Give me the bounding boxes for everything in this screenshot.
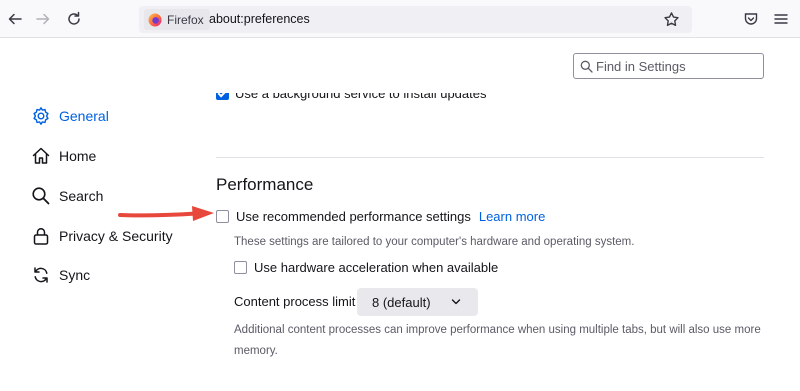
background-update-option[interactable]: Use a background service to install upda…	[216, 93, 516, 109]
hamburger-menu-icon	[774, 14, 788, 24]
find-in-settings-field[interactable]	[573, 53, 764, 79]
chevron-down-icon	[451, 299, 461, 305]
identity-label: Firefox	[167, 12, 204, 27]
sidebar-item-label: Home	[59, 148, 97, 164]
recommended-performance-label[interactable]: Use recommended performance settings	[236, 209, 471, 224]
recommended-performance-checkbox[interactable]	[216, 210, 229, 223]
sidebar-item-sync[interactable]: Sync	[31, 262, 90, 288]
identity-box[interactable]: Firefox	[144, 9, 210, 30]
content-process-limit-label: Content process limit	[234, 294, 355, 309]
content-process-description: Additional content processes can improve…	[234, 324, 761, 357]
back-button[interactable]	[3, 7, 27, 31]
pocket-icon	[744, 13, 758, 25]
firefox-logo-icon	[148, 13, 162, 26]
annotation-arrow-icon	[118, 206, 214, 221]
content-process-limit-text: Content process limit	[234, 294, 356, 309]
section-divider	[216, 157, 764, 158]
hardware-acceleration-row: Use hardware acceleration when available	[234, 260, 498, 275]
background-update-label: Use a background service to install upda…	[235, 93, 487, 101]
learn-more-link[interactable]: Learn more	[479, 209, 545, 224]
browser-toolbar: Firefox about:preferences	[0, 0, 800, 38]
sidebar-item-home[interactable]: Home	[31, 143, 96, 169]
hardware-acceleration-checkbox[interactable]	[234, 261, 247, 274]
url-text: about:preferences	[209, 12, 310, 26]
forward-button[interactable]	[31, 7, 55, 31]
find-in-settings-input[interactable]	[596, 57, 756, 75]
bookmark-star-icon[interactable]	[663, 11, 680, 28]
sidebar-item-general[interactable]: General	[31, 103, 109, 129]
recommended-performance-description: These settings are tailored to your comp…	[234, 236, 635, 248]
url-bar[interactable]: Firefox about:preferences	[139, 6, 692, 33]
content-process-limit-select[interactable]: 8 (default)	[357, 288, 478, 316]
content-process-limit-value: 8 (default)	[372, 294, 431, 310]
sync-icon	[31, 265, 51, 285]
search-icon	[31, 186, 51, 206]
back-arrow-icon	[8, 13, 22, 25]
recommended-performance-row: Use recommended performance settings Lea…	[216, 209, 545, 224]
pocket-button[interactable]	[739, 7, 763, 31]
sidebar-item-privacy-security[interactable]: Privacy & Security	[31, 223, 173, 249]
reload-icon	[68, 11, 80, 25]
search-icon	[580, 60, 593, 73]
performance-heading: Performance	[216, 175, 314, 194]
sidebar-item-label: Search	[59, 188, 104, 204]
sidebar-item-label: General	[59, 108, 109, 124]
sidebar-item-search[interactable]: Search	[31, 183, 103, 209]
hardware-acceleration-label[interactable]: Use hardware acceleration when available	[254, 260, 498, 275]
lock-icon	[31, 226, 51, 246]
home-icon	[31, 146, 51, 166]
sidebar-item-label: Privacy & Security	[59, 228, 173, 244]
sidebar-item-label: Sync	[59, 267, 91, 283]
reload-button[interactable]	[62, 7, 86, 31]
background-update-checkbox[interactable]	[216, 93, 229, 100]
gear-icon	[31, 106, 51, 126]
forward-arrow-icon	[36, 13, 50, 25]
menu-button[interactable]	[769, 7, 793, 31]
